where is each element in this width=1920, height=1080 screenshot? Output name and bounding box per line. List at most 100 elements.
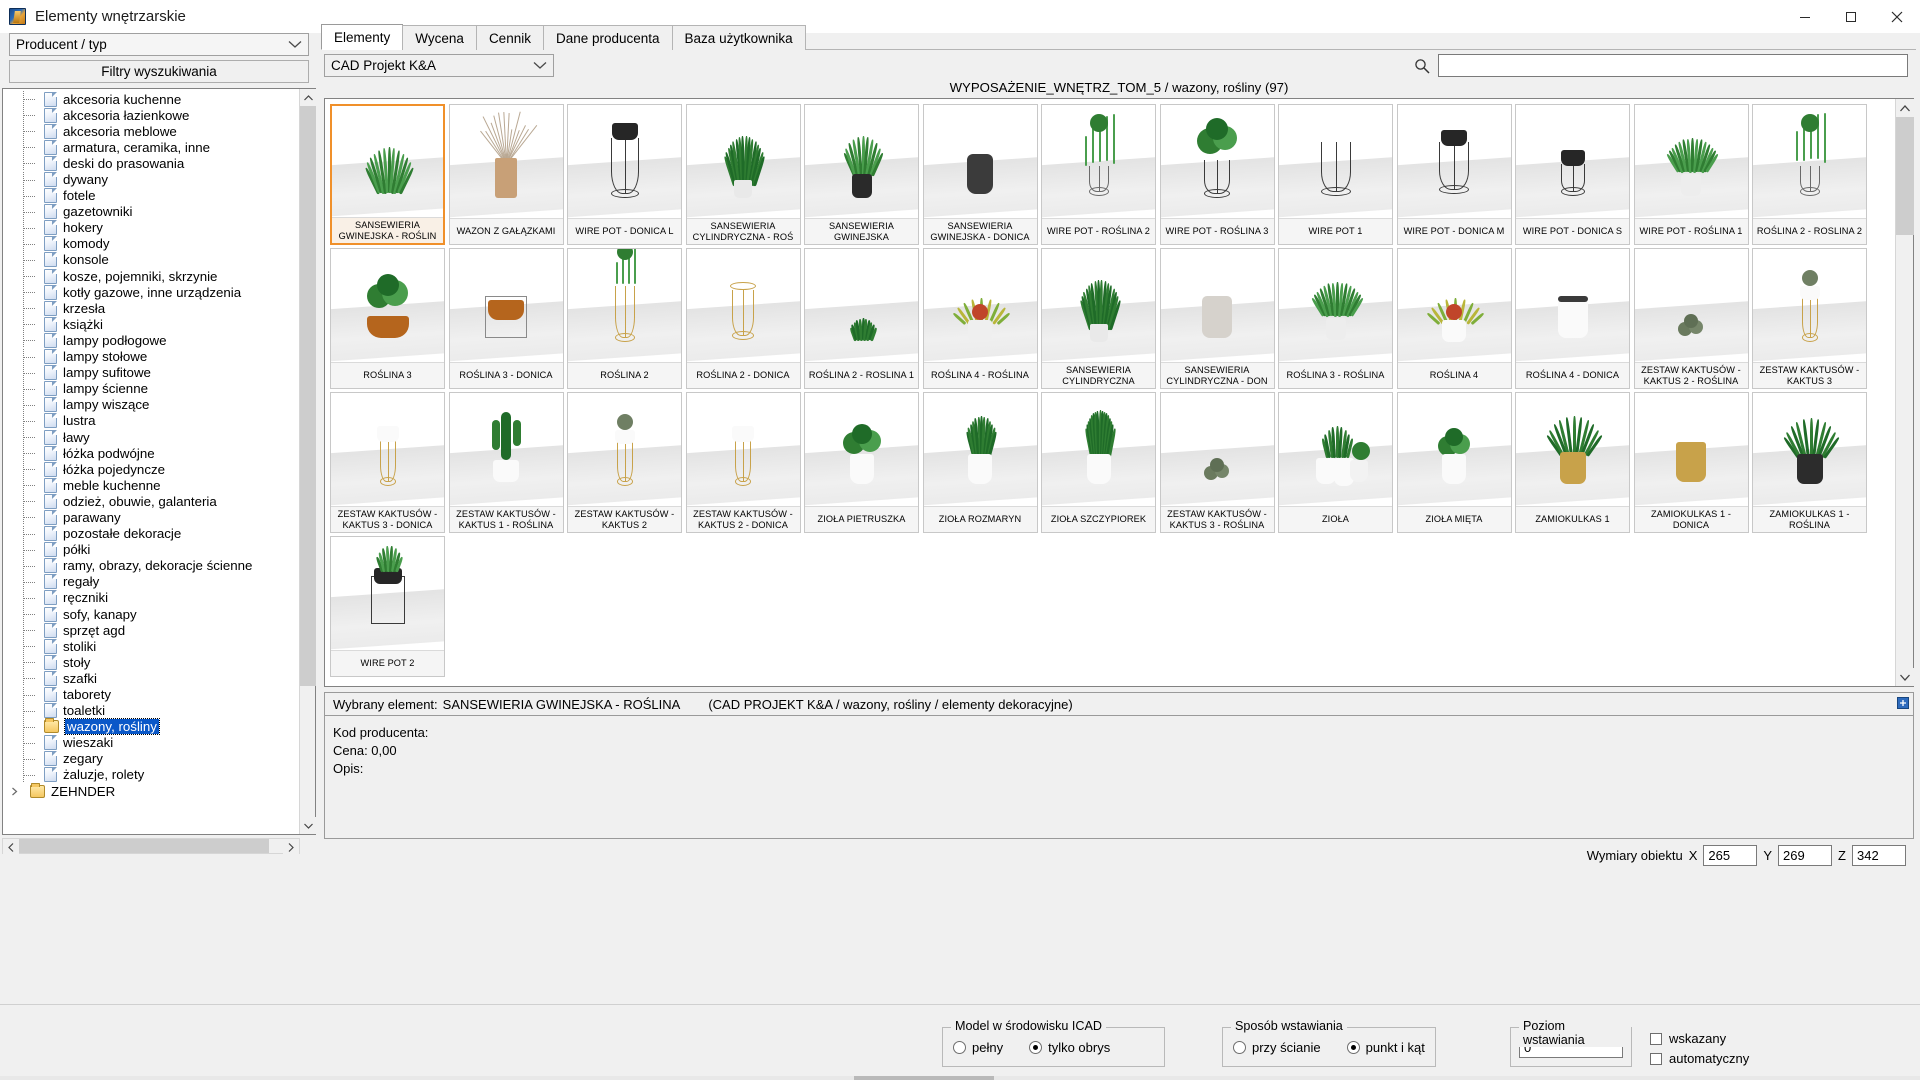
tree-item-stoliki[interactable]: stoliki — [3, 638, 299, 654]
product-tile[interactable]: WAZON Z GAŁĄZKAMI — [449, 104, 564, 245]
product-tile[interactable]: ROŚLINA 2 - DONICA — [686, 248, 801, 389]
product-tile[interactable]: ZAMIOKULKAS 1 — [1515, 392, 1630, 533]
checkbox-indicated[interactable]: wskazany — [1650, 1031, 1726, 1046]
manufacturer-combo[interactable]: CAD Projekt K&A — [324, 54, 554, 77]
tree-item-lampy-cienne[interactable]: lampy ścienne — [3, 381, 299, 397]
tree-item-lampy-sufitowe[interactable]: lampy sufitowe — [3, 365, 299, 381]
product-tile[interactable]: ZESTAW KAKTUSÓW - KAKTUS 3 — [1752, 248, 1867, 389]
tree-item-ramy-obrazy-dekoracje-cienne[interactable]: ramy, obrazy, dekoracje ścienne — [3, 558, 299, 574]
grid-scroll-down-button[interactable] — [1896, 668, 1914, 686]
product-tile[interactable]: ZIOŁA PIETRUSZKA — [804, 392, 919, 533]
tree-item-lustra[interactable]: lustra — [3, 413, 299, 429]
product-tile[interactable]: ZESTAW KAKTUSÓW - KAKTUS 2 - ROŚLINA — [1634, 248, 1749, 389]
product-tile[interactable]: ZAMIOKULKAS 1 - DONICA — [1634, 392, 1749, 533]
expand-panel-icon[interactable] — [1897, 697, 1909, 712]
tree-item-taborety[interactable]: taborety — [3, 686, 299, 702]
product-tile[interactable]: ROŚLINA 4 — [1397, 248, 1512, 389]
checkbox-automatic[interactable]: automatyczny — [1650, 1051, 1749, 1066]
tree-horizontal-scrollbar[interactable] — [2, 838, 300, 854]
product-tile[interactable]: ROŚLINA 3 - DONICA — [449, 248, 564, 389]
product-tile[interactable]: ZIOŁA SZCZYPIOREK — [1041, 392, 1156, 533]
radio-insert-wall[interactable]: przy ścianie — [1233, 1040, 1321, 1055]
tree-scroll-left-button[interactable] — [3, 839, 19, 856]
tree-item-deski-do-prasowania[interactable]: deski do prasowania — [3, 155, 299, 171]
grid-vertical-scrollbar[interactable] — [1895, 99, 1913, 686]
tree-item-akcesoria-meblowe[interactable]: akcesoria meblowe — [3, 123, 299, 139]
product-tile[interactable]: WIRE POT - DONICA L — [567, 104, 682, 245]
tree-item-sofy-kanapy[interactable]: sofy, kanapy — [3, 606, 299, 622]
grid-scroll-up-button[interactable] — [1896, 99, 1914, 117]
product-tile[interactable]: ROŚLINA 3 — [330, 248, 445, 389]
chevron-right-icon[interactable] — [7, 783, 22, 799]
tree-item-rega-y[interactable]: regały — [3, 574, 299, 590]
radio-model-outline[interactable]: tylko obrys — [1029, 1040, 1110, 1055]
tree-item--ka-pojedyncze[interactable]: łóżka pojedyncze — [3, 461, 299, 477]
product-tile[interactable]: ROŚLINA 3 - ROŚLINA — [1278, 248, 1393, 389]
tab-elementy[interactable]: Elementy — [321, 24, 403, 50]
product-tile[interactable]: WIRE POT - ROŚLINA 1 — [1634, 104, 1749, 245]
tree-item-zegary[interactable]: zegary — [3, 751, 299, 767]
tree-item-lampy-pod-ogowe[interactable]: lampy podłogowe — [3, 332, 299, 348]
product-tile[interactable]: ROŚLINA 2 — [567, 248, 682, 389]
tree-item--awy[interactable]: ławy — [3, 429, 299, 445]
producer-type-combo[interactable]: Producent / typ — [9, 33, 309, 56]
tree-item-akcesoria-kuchenne[interactable]: akcesoria kuchenne — [3, 91, 299, 107]
product-tile[interactable]: SANSEWIERIA GWINEJSKA — [804, 104, 919, 245]
tree-item-p-ki[interactable]: półki — [3, 542, 299, 558]
tree-item-szafki[interactable]: szafki — [3, 670, 299, 686]
tree-item-krzes-a[interactable]: krzesła — [3, 300, 299, 316]
tree-scroll-thumb[interactable] — [300, 106, 316, 686]
tree-item-ksi-ki[interactable]: książki — [3, 316, 299, 332]
tree-item-dywany[interactable]: dywany — [3, 171, 299, 187]
product-tile[interactable]: WIRE POT 1 — [1278, 104, 1393, 245]
product-tile[interactable]: ZESTAW KAKTUSÓW - KAKTUS 2 - DONICA — [686, 392, 801, 533]
product-tile[interactable]: WIRE POT - DONICA S — [1515, 104, 1630, 245]
tree-item-wieszaki[interactable]: wieszaki — [3, 735, 299, 751]
tree-item-meble-kuchenne[interactable]: meble kuchenne — [3, 477, 299, 493]
product-tile[interactable]: SANSEWIERIA CYLINDRYCZNA - ROŚ — [686, 104, 801, 245]
product-tile[interactable]: ROŚLINA 2 - ROSLINA 1 — [804, 248, 919, 389]
tree-vertical-scrollbar[interactable] — [299, 89, 315, 834]
tree-scroll-up-button[interactable] — [300, 89, 316, 106]
tree-item-kosze-pojemniki-skrzynie[interactable]: kosze, pojemniki, skrzynie — [3, 268, 299, 284]
tab-baza-u-ytkownika[interactable]: Baza użytkownika — [672, 25, 806, 50]
tree-item-armatura-ceramika-inne[interactable]: armatura, ceramika, inne — [3, 139, 299, 155]
product-tile[interactable]: ZESTAW KAKTUSÓW - KAKTUS 1 - ROŚLINA — [449, 392, 564, 533]
tree-item-gazetowniki[interactable]: gazetowniki — [3, 204, 299, 220]
tree-item-wazony-ro-liny[interactable]: wazony, rośliny — [3, 719, 299, 735]
tree-item-toaletki[interactable]: toaletki — [3, 703, 299, 719]
tree-item-kot-y-gazowe-inne-urz-dzenia[interactable]: kotły gazowe, inne urządzenia — [3, 284, 299, 300]
product-tile[interactable]: SANSEWIERIA GWINEJSKA - DONICA — [923, 104, 1038, 245]
product-tile[interactable]: ROŚLINA 4 - DONICA — [1515, 248, 1630, 389]
product-tile[interactable]: ZIOŁA — [1278, 392, 1393, 533]
radio-model-full[interactable]: pełny — [953, 1040, 1003, 1055]
product-tile[interactable]: WIRE POT 2 — [330, 536, 445, 677]
product-tile[interactable]: SANSEWIERIA GWINEJSKA - ROŚLIN — [330, 104, 445, 245]
dimension-y-field[interactable]: 269 — [1778, 845, 1832, 866]
tree-item--ka-podw-jne[interactable]: łóżka podwójne — [3, 445, 299, 461]
grid-scroll-thumb[interactable] — [1896, 117, 1914, 235]
tree-item-komody[interactable]: komody — [3, 236, 299, 252]
tree-item-sprz-t-agd[interactable]: sprzęt agd — [3, 622, 299, 638]
radio-insert-point[interactable]: punkt i kąt — [1347, 1040, 1425, 1055]
tree-item-konsole[interactable]: konsole — [3, 252, 299, 268]
tree-hscroll-thumb[interactable] — [19, 839, 269, 853]
tree-item-akcesoria-azienkowe[interactable]: akcesoria łazienkowe — [3, 107, 299, 123]
tree-item-parawany[interactable]: parawany — [3, 509, 299, 525]
tree-item-fotele[interactable]: fotele — [3, 188, 299, 204]
tree-item-lampy-wisz-ce[interactable]: lampy wiszące — [3, 397, 299, 413]
tree-item-pozosta-e-dekoracje[interactable]: pozostałe dekoracje — [3, 526, 299, 542]
product-tile[interactable]: ZIOŁA MIĘTA — [1397, 392, 1512, 533]
tab-wycena[interactable]: Wycena — [402, 25, 477, 50]
product-tile[interactable]: SANSEWIERIA CYLINDRYCZNA — [1041, 248, 1156, 389]
tree-scroll-down-button[interactable] — [300, 817, 316, 834]
product-tile[interactable]: WIRE POT - ROŚLINA 2 — [1041, 104, 1156, 245]
tree-item-odzie-obuwie-galanteria[interactable]: odzież, obuwie, galanteria — [3, 493, 299, 509]
product-tile[interactable]: ZESTAW KAKTUSÓW - KAKTUS 3 - DONICA — [330, 392, 445, 533]
tree-item-lampy-sto-owe[interactable]: lampy stołowe — [3, 349, 299, 365]
tab-dane-producenta[interactable]: Dane producenta — [543, 25, 673, 50]
product-tile[interactable]: ROŚLINA 2 - ROSLINA 2 — [1752, 104, 1867, 245]
tree-item-zehnder[interactable]: ZEHNDER — [3, 783, 299, 799]
product-tile[interactable]: WIRE POT - DONICA M — [1397, 104, 1512, 245]
product-tile[interactable]: SANSEWIERIA CYLINDRYCZNA - DON — [1160, 248, 1275, 389]
